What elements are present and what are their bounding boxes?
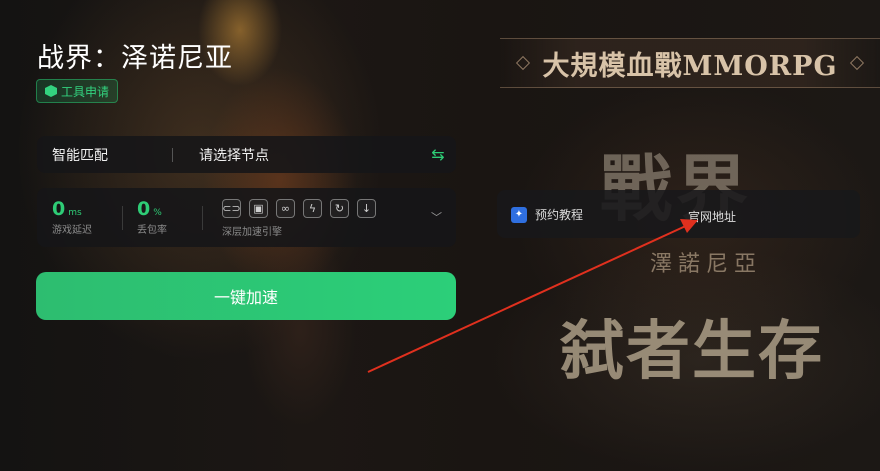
latency-stat: 0 ms 游戏延迟: [52, 198, 92, 236]
banner-text: 大規模血戰MMORPG: [542, 50, 838, 82]
game-banner: 大規模血戰MMORPG: [500, 38, 880, 88]
latency-unit: ms: [68, 208, 82, 218]
link-panel: ✦ 预约教程 官网地址: [497, 190, 860, 238]
diamond-ornament-icon: [849, 55, 864, 71]
cube-icon: [45, 85, 57, 97]
game-title: 战界：泽诺尼亚: [37, 43, 233, 74]
diamond-ornament-icon: [516, 55, 531, 71]
official-website-link[interactable]: 官网地址: [688, 208, 736, 225]
engine-label: 深层加速引擎: [222, 227, 282, 238]
tutorial-icon: ✦: [511, 206, 527, 223]
packet-loss-unit: %: [153, 208, 162, 218]
swap-icon[interactable]: ⇆: [420, 145, 456, 164]
divider: [122, 206, 123, 230]
tool-apply-tag[interactable]: 工具申请: [36, 79, 119, 103]
game-slogan: 弑者生存: [560, 314, 824, 389]
shield-icon[interactable]: ▣: [249, 199, 268, 218]
lightning-icon[interactable]: ϟ: [303, 199, 322, 218]
one-click-accelerate-button[interactable]: 一键加速: [36, 272, 456, 320]
packet-loss-value: 0: [137, 198, 151, 220]
node-selector-bar[interactable]: 智能匹配 请选择节点 ⇆: [37, 136, 456, 173]
download-icon[interactable]: ↓: [357, 199, 376, 218]
tutorial-link[interactable]: ✦ 预约教程: [511, 206, 583, 223]
chain-icon[interactable]: ∞: [276, 199, 295, 218]
latency-value: 0: [52, 198, 66, 220]
engine-icons: ⊂⊃ ▣ ∞ ϟ ↻ ↓: [222, 199, 376, 218]
refresh-icon[interactable]: ↻: [330, 199, 349, 218]
stats-panel: 0 ms 游戏延迟 0% 丢包率 ⊂⊃ ▣ ∞ ϟ ↻ ↓ 深层加速引擎 ﹀: [37, 188, 456, 247]
packet-loss-label: 丢包率: [137, 225, 167, 236]
divider: [202, 206, 203, 230]
latency-label: 游戏延迟: [52, 225, 92, 236]
packet-loss-stat: 0% 丢包率: [137, 198, 167, 236]
chevron-down-icon[interactable]: ﹀: [431, 209, 442, 225]
game-logo-subtitle: 澤諾尼亞: [650, 252, 763, 277]
tutorial-label: 预约教程: [535, 208, 584, 222]
node-select[interactable]: 请选择节点: [173, 145, 420, 165]
match-mode-label[interactable]: 智能匹配: [37, 145, 172, 165]
link-icon[interactable]: ⊂⊃: [222, 199, 241, 218]
tool-apply-label: 工具申请: [61, 84, 110, 99]
